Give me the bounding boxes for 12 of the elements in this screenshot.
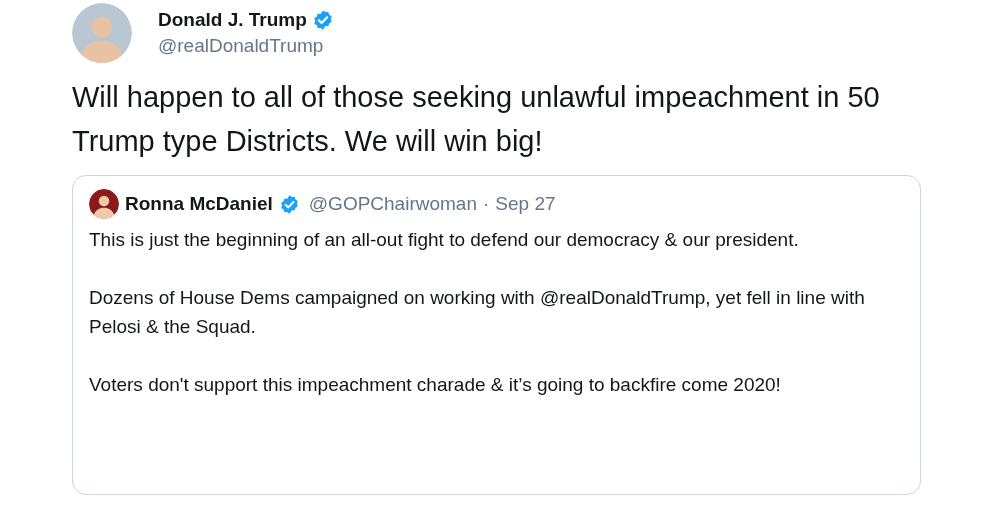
author-name[interactable]: Donald J. Trump: [158, 7, 307, 33]
quoted-tweet-paragraph: Voters don't support this impeachment charade & it’s going to backfire come 2020!: [89, 373, 782, 397]
quoted-tweet-paragraph: This is just the beginning of an all-out fight to defend our democracy & our president.: [89, 228, 800, 252]
tweet-text: Will happen to all of those seeking unlawful impeachment in 50 Trump type Districts. We will win big!: [72, 80, 881, 159]
quoted-author-name[interactable]: Ronna McDaniel: [125, 190, 273, 218]
quoted-tweet-card[interactable]: [72, 175, 921, 495]
avatar-icon[interactable]: [89, 189, 119, 219]
quoted-tweet-date[interactable]: Sep 27: [495, 190, 556, 218]
quoted-author-handle[interactable]: @GOPChairwoman: [308, 190, 477, 218]
separator-dot: ·: [483, 192, 490, 216]
quoted-tweet-paragraph: Dozens of House Dems campaigned on working with @realDonaldTrump, yet fell in line with Pelosi & the Squad.: [89, 286, 866, 339]
author-handle[interactable]: @realDonaldTrump: [158, 33, 334, 59]
